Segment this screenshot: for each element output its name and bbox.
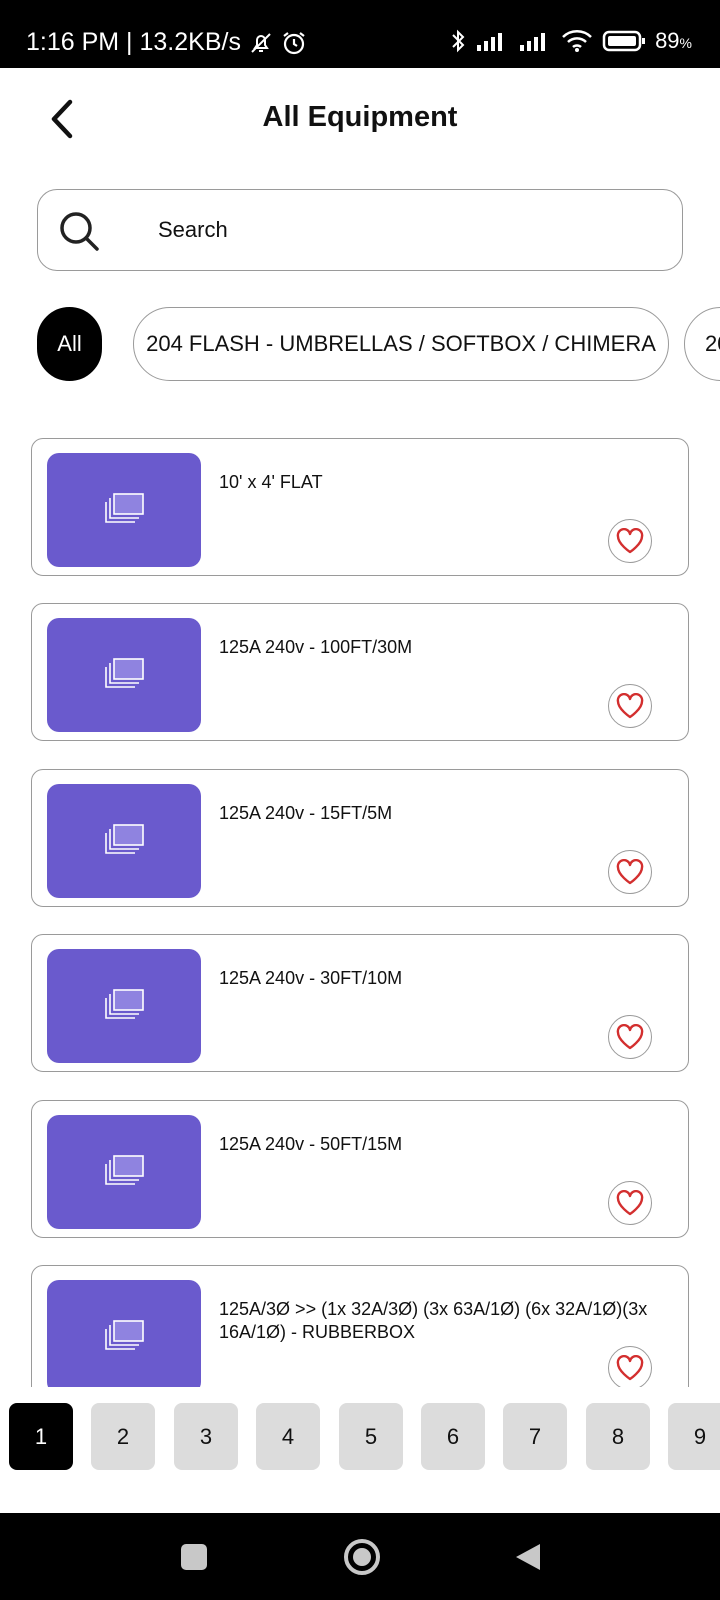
status-time: 1:16 PM | 13.2KB/s bbox=[26, 28, 241, 56]
page-button-2[interactable]: 2 bbox=[91, 1403, 155, 1470]
equipment-name: 125A 240v - 100FT/30M bbox=[219, 637, 413, 657]
heart-icon bbox=[616, 693, 644, 719]
equipment-thumbnail bbox=[47, 1280, 201, 1387]
page-button-8[interactable]: 8 bbox=[586, 1403, 650, 1470]
page-button-4[interactable]: 4 bbox=[256, 1403, 320, 1470]
equipment-card[interactable]: 125A 240v - 100FT/30M bbox=[31, 603, 689, 741]
heart-icon bbox=[616, 528, 644, 554]
page-title: All Equipment bbox=[262, 101, 458, 133]
category-chips: All 204 FLASH - UMBRELLAS / SOFTBOX / CH… bbox=[0, 307, 720, 383]
page-button-1[interactable]: 1 bbox=[9, 1403, 73, 1470]
search-box[interactable] bbox=[37, 189, 683, 271]
status-left: 1:16 PM | 13.2KB/s bbox=[26, 28, 307, 57]
status-right: 89% bbox=[450, 28, 692, 54]
home-circle-icon bbox=[344, 1539, 380, 1575]
equipment-card[interactable]: 125A 240v - 30FT/10M bbox=[31, 934, 689, 1072]
header: All Equipment bbox=[0, 68, 720, 176]
image-placeholder-icon bbox=[105, 658, 144, 688]
equipment-thumbnail bbox=[47, 1115, 201, 1229]
recents-button[interactable] bbox=[172, 1535, 216, 1579]
favorite-button[interactable] bbox=[608, 1015, 652, 1059]
image-placeholder-icon bbox=[105, 989, 144, 1019]
equipment-card[interactable]: 125A 240v - 50FT/15M bbox=[31, 1100, 689, 1238]
search-icon bbox=[58, 210, 100, 252]
status-bar: 1:16 PM | 13.2KB/s 89% bbox=[0, 0, 720, 68]
equipment-list: 10' x 4' FLAT 125A 240v - 100FT/30M 125A… bbox=[0, 437, 720, 1387]
navigation-bar bbox=[0, 1513, 720, 1600]
equipment-thumbnail bbox=[47, 949, 201, 1063]
signal-icon bbox=[475, 30, 509, 52]
equipment-name: 125A 240v - 15FT/5M bbox=[219, 803, 393, 823]
battery-percent: 89% bbox=[655, 28, 692, 53]
equipment-name: 125A 240v - 50FT/15M bbox=[219, 1134, 403, 1154]
search-input[interactable] bbox=[158, 210, 658, 250]
equipment-card[interactable]: 125A 240v - 15FT/5M bbox=[31, 769, 689, 907]
page-button-7[interactable]: 7 bbox=[503, 1403, 567, 1470]
square-icon bbox=[181, 1544, 207, 1570]
favorite-button[interactable] bbox=[608, 519, 652, 563]
favorite-button[interactable] bbox=[608, 1181, 652, 1225]
chip-flash-umbrellas[interactable]: 204 FLASH - UMBRELLAS / SOFTBOX / CHIMER… bbox=[133, 307, 669, 381]
heart-icon bbox=[616, 1024, 644, 1050]
signal-icon bbox=[518, 30, 552, 52]
heart-icon bbox=[616, 859, 644, 885]
home-button[interactable] bbox=[338, 1533, 386, 1581]
favorite-button[interactable] bbox=[608, 850, 652, 894]
wifi-icon bbox=[561, 29, 593, 53]
equipment-name: 10' x 4' FLAT bbox=[219, 472, 323, 492]
equipment-thumbnail bbox=[47, 453, 201, 567]
back-triangle-icon bbox=[516, 1544, 540, 1570]
pagination: 1 2 3 4 5 6 7 8 9 bbox=[0, 1403, 720, 1471]
image-placeholder-icon bbox=[105, 1155, 144, 1185]
bluetooth-icon bbox=[450, 28, 466, 54]
page-button-6[interactable]: 6 bbox=[421, 1403, 485, 1470]
equipment-thumbnail bbox=[47, 784, 201, 898]
image-placeholder-icon bbox=[105, 493, 144, 523]
heart-icon bbox=[616, 1355, 644, 1381]
page-button-9[interactable]: 9 bbox=[668, 1403, 720, 1470]
image-placeholder-icon bbox=[105, 1320, 144, 1350]
alarm-icon bbox=[281, 30, 307, 56]
equipment-name: 125A/3Ø >> (1x 32A/3Ø) (3x 63A/1Ø) (6x 3… bbox=[219, 1299, 648, 1342]
page-button-3[interactable]: 3 bbox=[174, 1403, 238, 1470]
heart-icon bbox=[616, 1190, 644, 1216]
favorite-button[interactable] bbox=[608, 684, 652, 728]
back-nav-button[interactable] bbox=[506, 1535, 550, 1579]
page-button-5[interactable]: 5 bbox=[339, 1403, 403, 1470]
favorite-button[interactable] bbox=[608, 1346, 652, 1387]
equipment-name: 125A 240v - 30FT/10M bbox=[219, 968, 403, 988]
equipment-card[interactable]: 10' x 4' FLAT bbox=[31, 438, 689, 576]
battery-icon bbox=[602, 29, 646, 53]
mute-bell-icon bbox=[249, 31, 273, 55]
equipment-thumbnail bbox=[47, 618, 201, 732]
chip-all[interactable]: All bbox=[37, 307, 102, 381]
chip-next-category[interactable]: 20 bbox=[684, 307, 720, 381]
equipment-card[interactable]: 125A/3Ø >> (1x 32A/3Ø) (3x 63A/1Ø) (6x 3… bbox=[31, 1265, 689, 1387]
image-placeholder-icon bbox=[105, 824, 144, 854]
